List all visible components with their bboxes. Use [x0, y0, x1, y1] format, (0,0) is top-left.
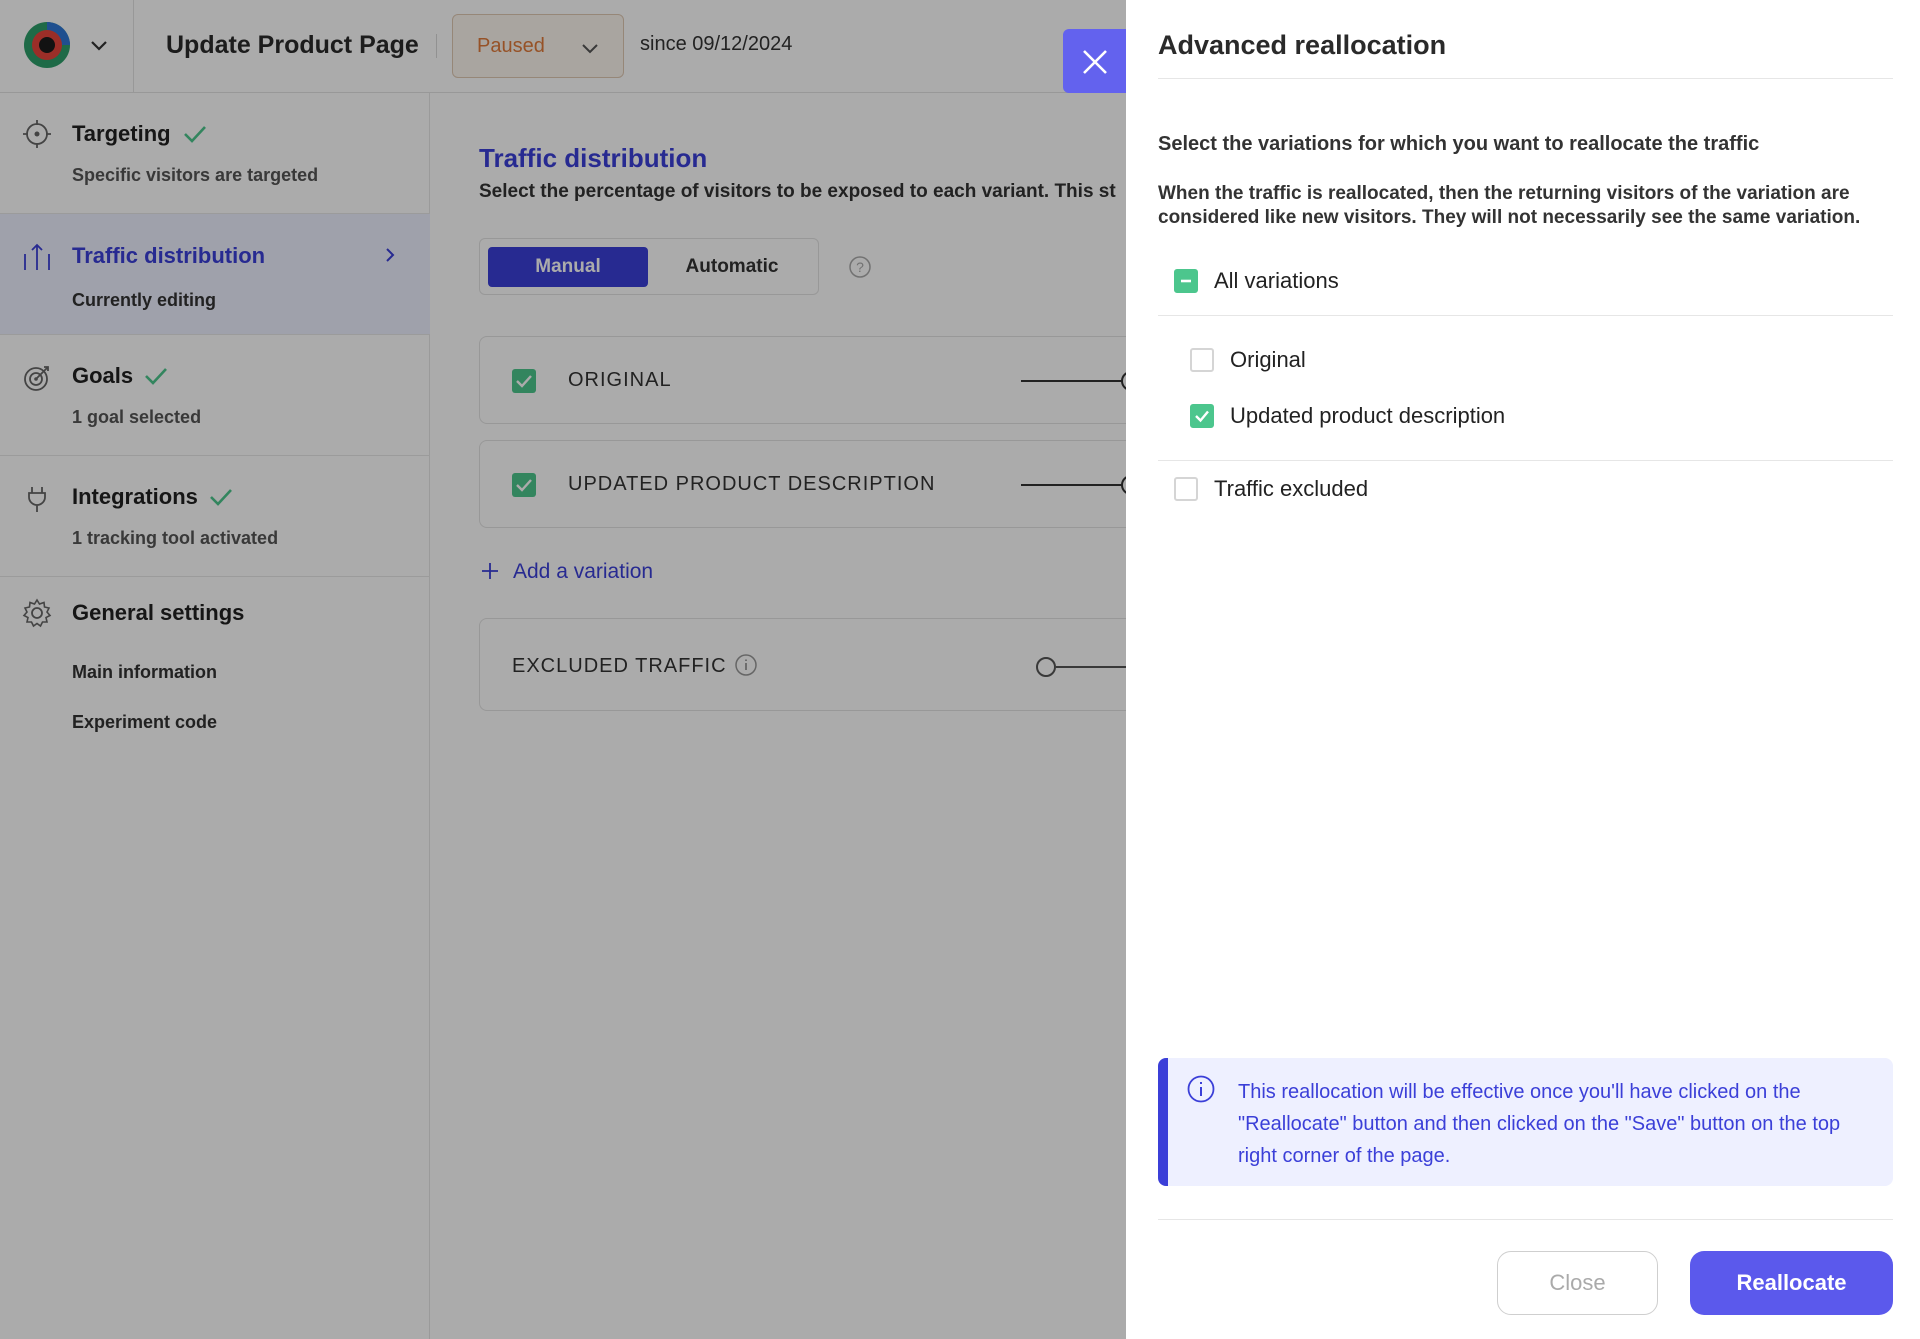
- close-icon: [1083, 50, 1107, 74]
- checkbox-box: [1190, 348, 1214, 372]
- divider: [1158, 78, 1893, 79]
- reallocate-button[interactable]: Reallocate: [1690, 1251, 1893, 1315]
- checkbox-box: [1174, 269, 1198, 293]
- drawer-note: When the traffic is reallocated, then th…: [1158, 183, 1861, 228]
- modal-backdrop[interactable]: [0, 0, 1126, 1339]
- checkbox-label: All variations: [1214, 268, 1339, 293]
- divider: [1158, 1219, 1893, 1220]
- divider: [1158, 460, 1893, 461]
- drawer-title: Advanced reallocation: [1158, 30, 1447, 60]
- close-drawer-button[interactable]: [1063, 29, 1126, 93]
- checkbox-label: Updated product description: [1230, 403, 1506, 428]
- info-icon: [1187, 1075, 1215, 1103]
- advanced-reallocation-drawer: Advanced reallocation Select the variati…: [1126, 0, 1920, 1339]
- divider: [1158, 315, 1893, 316]
- checkbox-box: [1190, 404, 1214, 428]
- checkbox-label: Original: [1230, 347, 1306, 372]
- drawer-heading: Select the variations for which you want…: [1158, 133, 1760, 155]
- checkbox-label: Traffic excluded: [1214, 476, 1369, 501]
- checkbox-box: [1174, 477, 1198, 501]
- info-callout: This reallocation will be effective once…: [1158, 1058, 1893, 1186]
- check-icon: [1195, 410, 1209, 423]
- info-text: This reallocation will be effective once…: [1238, 1081, 1841, 1167]
- close-button[interactable]: Close: [1497, 1251, 1658, 1315]
- minus-icon: [1181, 279, 1191, 283]
